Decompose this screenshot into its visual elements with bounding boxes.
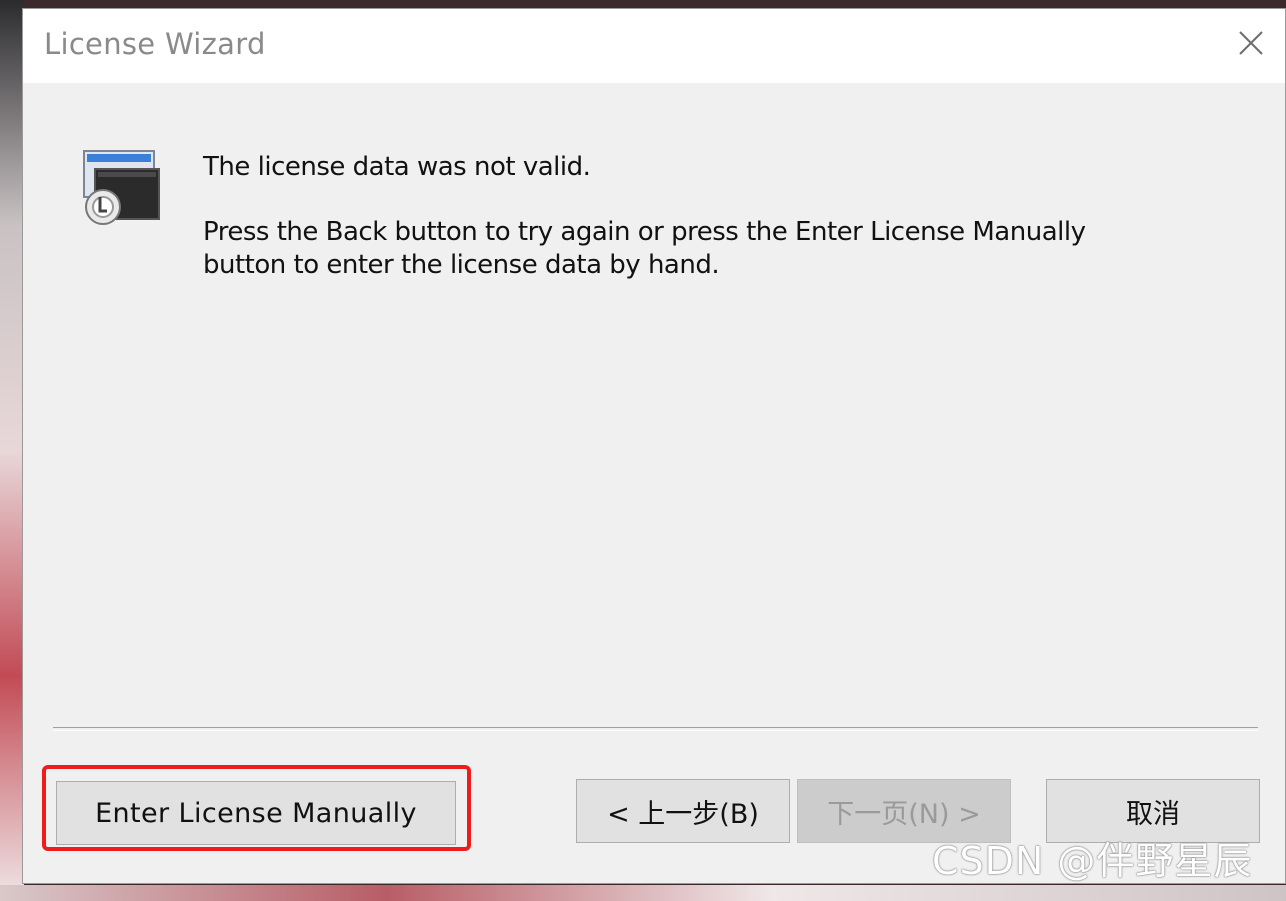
instruction-message: Press the Back button to try again or pr… [203,217,1086,280]
desktop-background [0,0,24,901]
back-button[interactable]: < 上一步(B) [576,779,790,843]
close-icon[interactable] [1231,23,1271,63]
license-wizard-dialog: License Wizard The license data was not … [22,8,1286,884]
window-title: License Wizard [44,27,266,61]
divider [53,727,1258,731]
license-wizard-icon [81,149,161,229]
title-bar: License Wizard [23,9,1285,83]
desktop-background-bottom [0,885,1286,901]
watermark: CSDN @伴野星辰 [932,839,1253,883]
error-message: The license data was not valid. [203,152,591,182]
highlight-box [42,765,471,851]
